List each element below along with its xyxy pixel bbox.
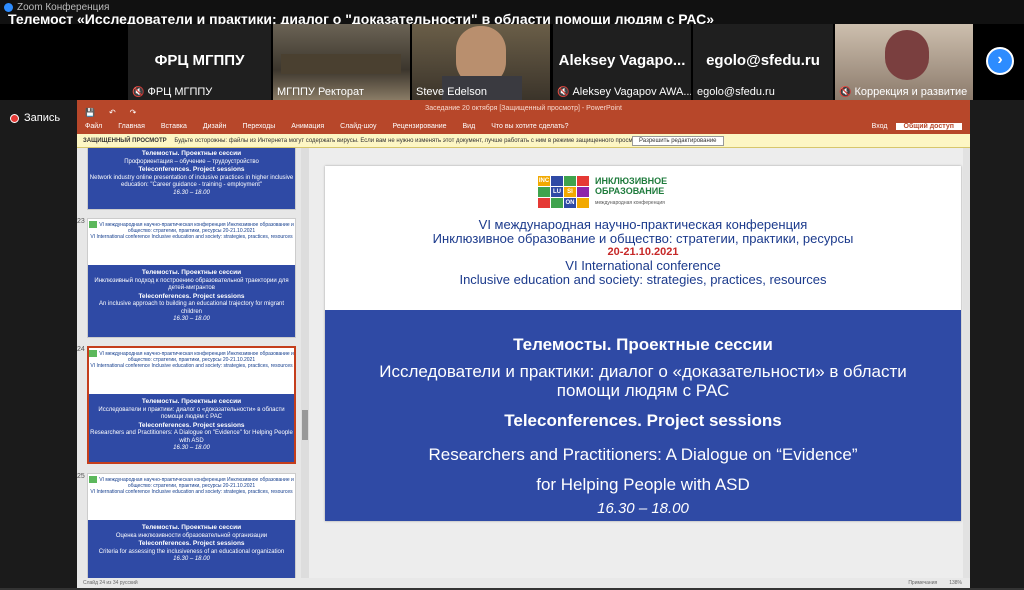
mic-off-icon: 🔇 [557,86,570,98]
tab-home[interactable]: Главная [110,123,153,130]
mic-off-icon: 🔇 [132,86,145,98]
tab-insert[interactable]: Вставка [153,123,195,130]
notes-button[interactable]: Примечания [908,578,937,588]
inclusion-logo: INC LU SI ON ИНКЛЮЗИВНОЕ ОБРАЗОВАНИЕ меж… [538,176,668,208]
record-icon [10,113,19,123]
slide-editor-area: INC LU SI ON ИНКЛЮЗИВНОЕ ОБРАЗОВАНИЕ меж… [309,148,970,578]
participant-gallery: ФРЦ МГППУ 🔇 ФРЦ МГППУ МГППУ Ректорат Stev… [0,24,1024,100]
conference-subtitle-en: Inclusive education and society: strateg… [459,272,827,287]
mic-off-icon: 🔇 [839,86,852,98]
conference-title-en: VI International conference [565,258,721,273]
participant-label: egolo@sfedu.ru [697,86,775,98]
current-slide: INC LU SI ON ИНКЛЮЗИВНОЕ ОБРАЗОВАНИЕ меж… [325,166,961,521]
participant-tile[interactable]: Aleksey Vagapo... 🔇 Aleksey Vagapov AWA..… [553,24,691,100]
participant-tile[interactable]: egolo@sfedu.ru egolo@sfedu.ru [693,24,833,100]
participant-tile-video[interactable]: 🔇 Коррекция и развитие [835,24,973,100]
zoom-level[interactable]: 138% [949,578,962,588]
participant-label: МГППУ Ректорат [277,86,364,98]
shared-screen-powerpoint: 💾 ↶ ↷ Заседание 20 октября [Защищенный п… [77,100,970,588]
slide-count-status: Слайд 24 из 34 русский [83,580,138,586]
session-title-en: Teleconferences. Project sessions [504,411,782,430]
conference-subtitle-ru: Инклюзивное образование и общество: стра… [432,231,854,246]
conference-logo [89,350,98,357]
session-time: 16.30 – 18.00 [597,500,689,517]
conference-logo [89,221,98,228]
tell-me-search[interactable]: Что вы хотите сделать? [483,123,576,130]
participant-tile[interactable]: ФРЦ МГППУ 🔇 ФРЦ МГППУ [128,24,271,100]
session-topic-ru: Исследователи и практики: диалог о «дока… [379,362,907,400]
ppt-title-bar: 💾 ↶ ↷ Заседание 20 октября [Защищенный п… [77,100,970,118]
participant-label: Steve Edelson [416,86,487,98]
enable-editing-button[interactable]: Разрешить редактирование [632,136,724,146]
conference-date: 20-21.10.2021 [607,246,679,258]
ppt-ribbon-tabs: Файл Главная Вставка Дизайн Переходы Ани… [77,118,970,134]
thumbnails-scrollbar[interactable] [301,148,309,578]
slide-thumbnail[interactable]: VI международная научно-практическая кон… [87,218,296,338]
ppt-window-title: Заседание 20 октября [Защищенный просмот… [425,105,622,112]
protected-view-bar: ЗАЩИЩЕННЫЙ ПРОСМОТР Будьте осторожны: фа… [77,134,970,148]
participant-label: 🔇 Aleksey Vagapov AWA... [557,86,691,98]
participant-name: egolo@sfedu.ru [706,52,820,69]
conference-logo [89,476,98,483]
slide-thumbnails-pane: Телемосты. Проектные сессии Профориентац… [77,148,309,578]
session-topic-en: Researchers and Practitioners: A Dialogu… [428,445,858,494]
slide-number: 25 [77,473,85,480]
conference-title-ru: VI международная научно-практическая кон… [478,217,808,232]
share-button[interactable]: Общий доступ [895,122,962,130]
protected-view-text: Будьте осторожны: файлы из Интернета мог… [174,138,647,144]
sign-in-link[interactable]: Вход [864,123,896,130]
tab-animations[interactable]: Анимация [283,123,332,130]
participant-label: 🔇 ФРЦ МГППУ [132,86,213,98]
tab-slideshow[interactable]: Слайд-шоу [332,123,384,130]
slide-number: 23 [77,218,85,225]
tab-file[interactable]: Файл [77,123,110,130]
participant-tile-video[interactable]: МГППУ Ректорат [273,24,410,100]
tab-review[interactable]: Рецензирование [384,123,454,130]
session-title-ru: Телемосты. Проектные сессии [513,335,773,354]
slide-session-block: Телемосты. Проектные сессии Исследовател… [325,310,961,521]
participant-video [885,30,929,80]
participant-tile-video-active[interactable]: Steve Edelson [412,24,550,100]
slide-thumbnail[interactable]: VI международная научно-практическая кон… [87,473,296,578]
slide-thumbnail[interactable]: Телемосты. Проектные сессии Профориентац… [87,148,296,210]
slide-header: INC LU SI ON ИНКЛЮЗИВНОЕ ОБРАЗОВАНИЕ меж… [325,166,961,310]
participant-name: Aleksey Vagapo... [558,52,686,69]
slide-thumbnail-selected[interactable]: VI международная научно-практическая кон… [87,346,296,464]
participant-label: 🔇 Коррекция и развитие [839,86,968,98]
slide-scrollbar[interactable] [963,148,970,578]
scrollbar-thumb[interactable] [302,410,308,440]
recording-indicator[interactable]: Запись [10,112,60,124]
recording-label: Запись [24,112,61,124]
video-scene [281,54,401,74]
slide-number: 24 [77,346,85,353]
ppt-status-bar: Слайд 24 из 34 русский Примечания 138% [77,578,970,588]
next-page-button[interactable]: › [986,47,1014,75]
tab-view[interactable]: Вид [455,123,484,130]
participant-name: ФРЦ МГППУ [154,52,245,69]
tab-transitions[interactable]: Переходы [234,123,283,130]
protected-view-title: ЗАЩИЩЕННЫЙ ПРОСМОТР [83,138,167,144]
tab-design[interactable]: Дизайн [195,123,235,130]
